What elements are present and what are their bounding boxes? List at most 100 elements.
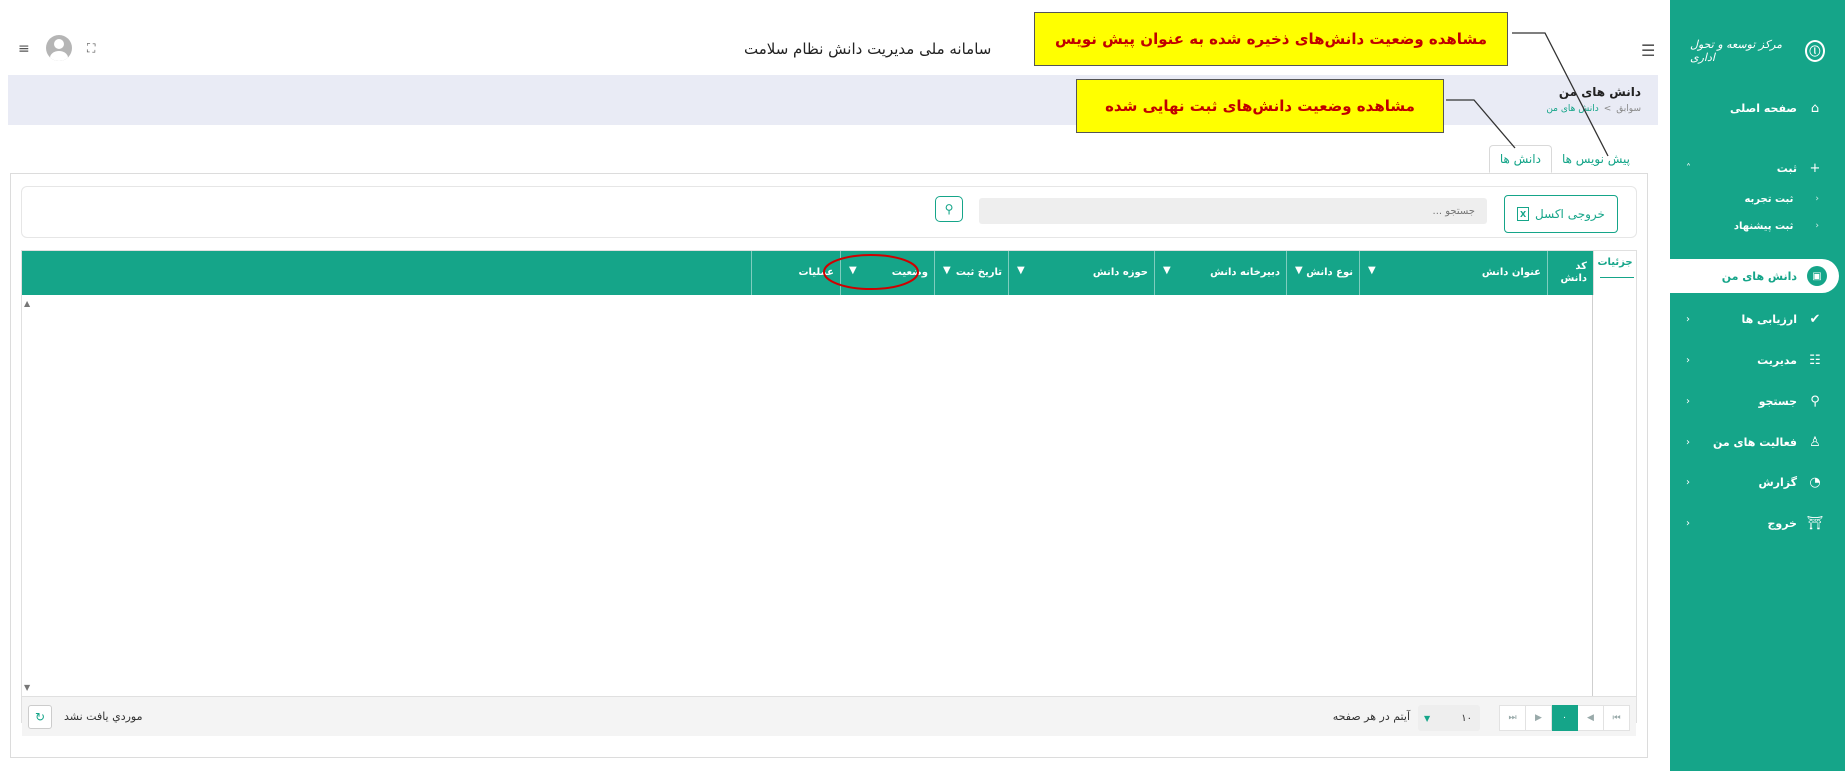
column-label: حوزه دانش <box>1092 266 1148 278</box>
filter-icon[interactable]: ▼ <box>1017 265 1025 278</box>
search-input[interactable] <box>979 198 1487 224</box>
first-page-button[interactable]: ⏮ <box>1603 705 1630 731</box>
exit-icon: ⛩ <box>1806 515 1823 531</box>
toolbar: خروجی اکسل X ⚲ <box>21 186 1637 238</box>
inbox-icon: ▣ <box>1807 266 1827 286</box>
refresh-button[interactable]: ↻ <box>28 705 52 729</box>
column-header-title[interactable]: عنوان دانش ▼ <box>1359 251 1547 295</box>
grid-body <box>22 295 1636 696</box>
column-label: عنوان دانش <box>1481 266 1541 278</box>
site-title: سامانه ملی مدیریت دانش نظام سلامت <box>744 40 992 58</box>
content-card: پیش نویس ها دانش ها خروجی اکسل X ⚲ جزئیا… <box>8 128 1658 758</box>
column-header-status[interactable]: وضعیت ▼ <box>840 251 934 295</box>
sidebar-item-exit[interactable]: ⛩ خروج ‹ <box>1670 506 1845 540</box>
expand-icon[interactable]: ⛶ <box>87 41 95 56</box>
sidebar-subitem-label: ثبت تجربه <box>1744 193 1794 205</box>
emblem-icon: ⓛ <box>1804 40 1825 62</box>
filter-icon[interactable]: ▼ <box>943 265 951 278</box>
column-header-domain[interactable]: حوزه دانش ▼ <box>1008 251 1154 295</box>
filter-icon[interactable]: ▼ <box>1163 265 1171 278</box>
sidebar-item-label: ارزیابی ها <box>1741 312 1797 326</box>
sidebar-item-label: خروج <box>1767 516 1797 530</box>
scroll-down-icon[interactable]: ▼ <box>24 683 30 692</box>
chevron-left-icon: ‹ <box>1686 436 1690 448</box>
search-button[interactable]: ⚲ <box>935 196 963 222</box>
sidebar-subitem-label: ثبت پیشنهاد <box>1733 220 1794 232</box>
empty-message: موردي يافت نشد <box>64 710 143 723</box>
column-label: دبیرخانه دانش <box>1210 266 1280 278</box>
chevron-left-icon: ‹ <box>1815 194 1819 204</box>
logo-text: مرکز توسعه و تحول اداری <box>1690 38 1783 64</box>
scroll-up-icon[interactable]: ▲ <box>24 299 30 308</box>
breadcrumb-separator: > <box>1603 104 1612 114</box>
column-header-secretariat[interactable]: دبیرخانه دانش ▼ <box>1154 251 1286 295</box>
sidebar-item-report[interactable]: ◔ گزارش ‹ <box>1670 465 1845 499</box>
sidebar-item-label: فعالیت های من <box>1712 435 1797 449</box>
chevron-left-icon: ‹ <box>1686 395 1690 407</box>
tab-knowledge[interactable]: دانش ها <box>1488 145 1552 173</box>
sidebar-item-label: صفحه اصلی <box>1730 101 1797 115</box>
excel-export-label: خروجی اکسل <box>1535 207 1605 221</box>
next-page-button[interactable]: ▶ <box>1525 705 1552 731</box>
column-header-type[interactable]: نوع دانش ▼ <box>1286 251 1359 295</box>
sidebar-item-management[interactable]: ☷ مدیریت ‹ <box>1670 343 1845 377</box>
hamburger-icon[interactable]: ☰ <box>1641 41 1655 60</box>
sidebar-item-label: گزارش <box>1758 475 1797 489</box>
avatar[interactable] <box>46 35 72 61</box>
tab-panel: خروجی اکسل X ⚲ جزئیات کد دانش عنوان دانش… <box>10 173 1648 758</box>
chevron-left-icon: ‹ <box>1686 313 1690 325</box>
sidebar: مرکز توسعه و تحول اداری ⓛ ⌂ صفحه اصلی + … <box>1670 0 1845 771</box>
excel-export-button[interactable]: خروجی اکسل X <box>1504 195 1618 233</box>
column-label: عملیات <box>798 266 834 278</box>
column-label: وضعیت <box>891 266 928 278</box>
excel-icon: X <box>1517 207 1530 221</box>
page-size-value: ۱۰ <box>1461 712 1472 724</box>
search-icon: ⚲ <box>944 202 954 216</box>
column-header-code[interactable]: کد دانش <box>1547 251 1593 295</box>
sidebar-item-evaluations[interactable]: ✔ ارزیابی ها ‹ <box>1670 302 1845 336</box>
filter-icon[interactable]: ▼ <box>849 265 857 278</box>
plus-icon: + <box>1809 160 1821 176</box>
sidebar-item-my-knowledge[interactable]: ▣ دانش های من <box>1670 259 1839 293</box>
sidebar-item-label: جستجو <box>1758 394 1797 408</box>
per-page-label: آیتم در هر صفحه <box>1332 710 1410 723</box>
pager-bar: ⏮ ◀ ۰ ▶ ⏭ ۱۰ ▼ آیتم در هر صفحه موردي ياف… <box>22 696 1636 736</box>
chevron-left-icon: ‹ <box>1815 221 1819 231</box>
search-icon: ⚲ <box>1810 393 1820 409</box>
chevron-left-icon: ‹ <box>1686 517 1690 529</box>
list-icon: ☷ <box>1809 352 1821 368</box>
filter-icon[interactable]: ▼ <box>1368 265 1376 278</box>
prev-page-button[interactable]: ◀ <box>1577 705 1604 731</box>
sidebar-subitem-experience[interactable]: ‹ ثبت تجربه <box>1670 186 1845 212</box>
menu-icon[interactable]: ≡ <box>18 41 30 57</box>
breadcrumb: سوابق > دانش های من <box>1546 104 1641 114</box>
logo: مرکز توسعه و تحول اداری ⓛ <box>1690 34 1825 68</box>
tab-drafts[interactable]: پیش نویس ها <box>1552 145 1640 173</box>
grid-header: جزئیات کد دانش عنوان دانش ▼ نوع دانش ▼ د… <box>22 251 1636 295</box>
column-header-operations: عملیات <box>751 251 840 295</box>
current-page-button[interactable]: ۰ <box>1551 705 1578 731</box>
sidebar-item-register[interactable]: + ثبت ˄ <box>1670 151 1845 185</box>
details-column-header: جزئیات <box>1593 251 1636 295</box>
chevron-left-icon: ‹ <box>1686 476 1690 488</box>
sidebar-item-search[interactable]: ⚲ جستجو ‹ <box>1670 384 1845 418</box>
callout-final: مشاهده وضعیت دانش‌های ثبت نهایی شده <box>1076 79 1444 133</box>
last-page-button[interactable]: ⏭ <box>1499 705 1526 731</box>
column-label: کد دانش <box>1560 260 1587 285</box>
pagination: ⏮ ◀ ۰ ▶ ⏭ <box>1499 705 1630 731</box>
sidebar-item-my-activities[interactable]: ♙ فعالیت های من ‹ <box>1670 425 1845 459</box>
sidebar-subitem-suggestion[interactable]: ‹ ثبت پیشنهاد <box>1670 213 1845 239</box>
chevron-down-icon: ▼ <box>1424 713 1431 723</box>
page-size-select[interactable]: ۱۰ ▼ <box>1418 705 1480 731</box>
column-header-date[interactable]: تاریخ ثبت ▼ <box>934 251 1008 295</box>
sidebar-item-home[interactable]: ⌂ صفحه اصلی <box>1670 91 1845 125</box>
chevron-up-icon: ˄ <box>1686 162 1691 174</box>
column-label: تاریخ ثبت <box>955 266 1002 278</box>
filter-icon[interactable]: ▼ <box>1295 265 1303 278</box>
breadcrumb-current: دانش های من <box>1546 104 1599 114</box>
sidebar-item-label: مدیریت <box>1757 353 1797 367</box>
sidebar-item-label: دانش های من <box>1721 269 1797 283</box>
refresh-icon: ↻ <box>34 710 46 724</box>
breadcrumb-root[interactable]: سوابق <box>1616 104 1641 114</box>
knowledge-grid: جزئیات کد دانش عنوان دانش ▼ نوع دانش ▼ د… <box>21 250 1637 736</box>
